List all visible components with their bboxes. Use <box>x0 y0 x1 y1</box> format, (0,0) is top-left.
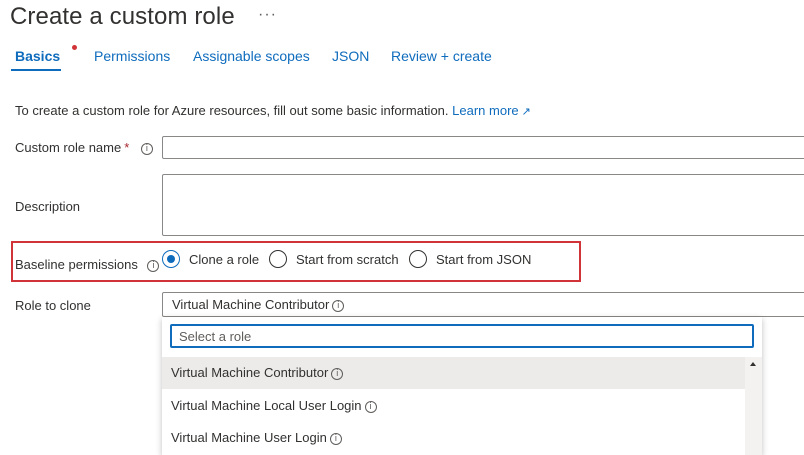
required-star: * <box>124 140 130 155</box>
radio-start-from-scratch[interactable]: Start from scratch <box>269 250 399 268</box>
custom-role-name-label: Custom role name * i <box>15 140 153 155</box>
external-link-icon: ↗ <box>521 106 531 118</box>
tab-permissions[interactable]: Permissions <box>94 48 170 64</box>
required-indicator-dot <box>72 45 77 50</box>
radio-start-from-json-label: Start from JSON <box>436 251 532 267</box>
role-to-clone-label: Role to clone <box>15 298 91 313</box>
info-circle-icon[interactable]: i <box>332 299 345 312</box>
custom-role-name-label-text: Custom role name <box>15 140 122 155</box>
info-circle-icon[interactable]: i <box>331 367 344 380</box>
info-circle-icon[interactable]: i <box>140 142 153 155</box>
dropdown-scrollbar[interactable] <box>745 357 762 455</box>
tab-review-create[interactable]: Review + create <box>391 48 492 64</box>
custom-role-name-input[interactable] <box>162 136 804 159</box>
tab-basics-label: Basics <box>15 48 61 64</box>
role-search-input[interactable] <box>172 326 752 346</box>
intro-text-body: To create a custom role for Azure resour… <box>15 103 449 118</box>
role-to-clone-value-text: Virtual Machine Contributor <box>172 297 330 312</box>
radio-start-from-json[interactable]: Start from JSON <box>409 250 531 268</box>
intro-text: To create a custom role for Azure resour… <box>15 103 531 118</box>
tab-json[interactable]: JSON <box>332 48 369 64</box>
role-option-virtual-machine-user-login[interactable]: Virtual Machine User Login i <box>162 422 745 454</box>
role-search-box[interactable] <box>170 324 754 348</box>
radio-clone-a-role[interactable]: Clone a role <box>162 250 259 268</box>
description-textarea[interactable] <box>162 174 804 236</box>
role-to-clone-combobox[interactable]: Virtual Machine Contributor i <box>162 292 804 317</box>
more-options-button[interactable]: ··· <box>258 6 277 24</box>
role-option-virtual-machine-contributor[interactable]: Virtual Machine Contributor i <box>162 357 745 389</box>
tab-basics[interactable]: Basics <box>15 45 77 64</box>
learn-more-link-label: Learn more <box>452 103 519 118</box>
learn-more-link[interactable]: Learn more ↗ <box>452 103 531 118</box>
radio-clone-a-role-label: Clone a role <box>189 251 260 267</box>
radio-unselected-icon <box>269 250 287 268</box>
info-circle-icon[interactable]: i <box>329 432 342 445</box>
tab-assignable-scopes[interactable]: Assignable scopes <box>193 48 310 64</box>
role-option-label: Virtual Machine Local User Login <box>171 398 362 413</box>
active-tab-underline <box>11 69 61 71</box>
info-circle-icon[interactable]: i <box>364 400 377 413</box>
baseline-permissions-label-text: Baseline permissions <box>15 257 138 272</box>
tab-bar: Basics Permissions Assignable scopes JSO… <box>0 45 804 74</box>
radio-unselected-icon <box>409 250 427 268</box>
info-circle-icon[interactable]: i <box>147 259 160 272</box>
role-option-virtual-machine-local-user-login[interactable]: Virtual Machine Local User Login i <box>162 390 745 422</box>
radio-start-from-scratch-label: Start from scratch <box>296 251 399 267</box>
role-option-label: Virtual Machine User Login <box>171 430 327 445</box>
page-title: Create a custom role <box>10 3 235 30</box>
role-option-label: Virtual Machine Contributor <box>171 365 329 380</box>
scroll-up-arrow-icon[interactable] <box>750 362 756 366</box>
description-label: Description <box>15 199 81 214</box>
radio-selected-icon <box>162 250 180 268</box>
baseline-permissions-label: Baseline permissions i <box>15 257 160 272</box>
role-to-clone-value: Virtual Machine Contributor i <box>172 297 345 312</box>
role-dropdown-list: Virtual Machine Contributori Virtual Mac… <box>162 317 762 455</box>
